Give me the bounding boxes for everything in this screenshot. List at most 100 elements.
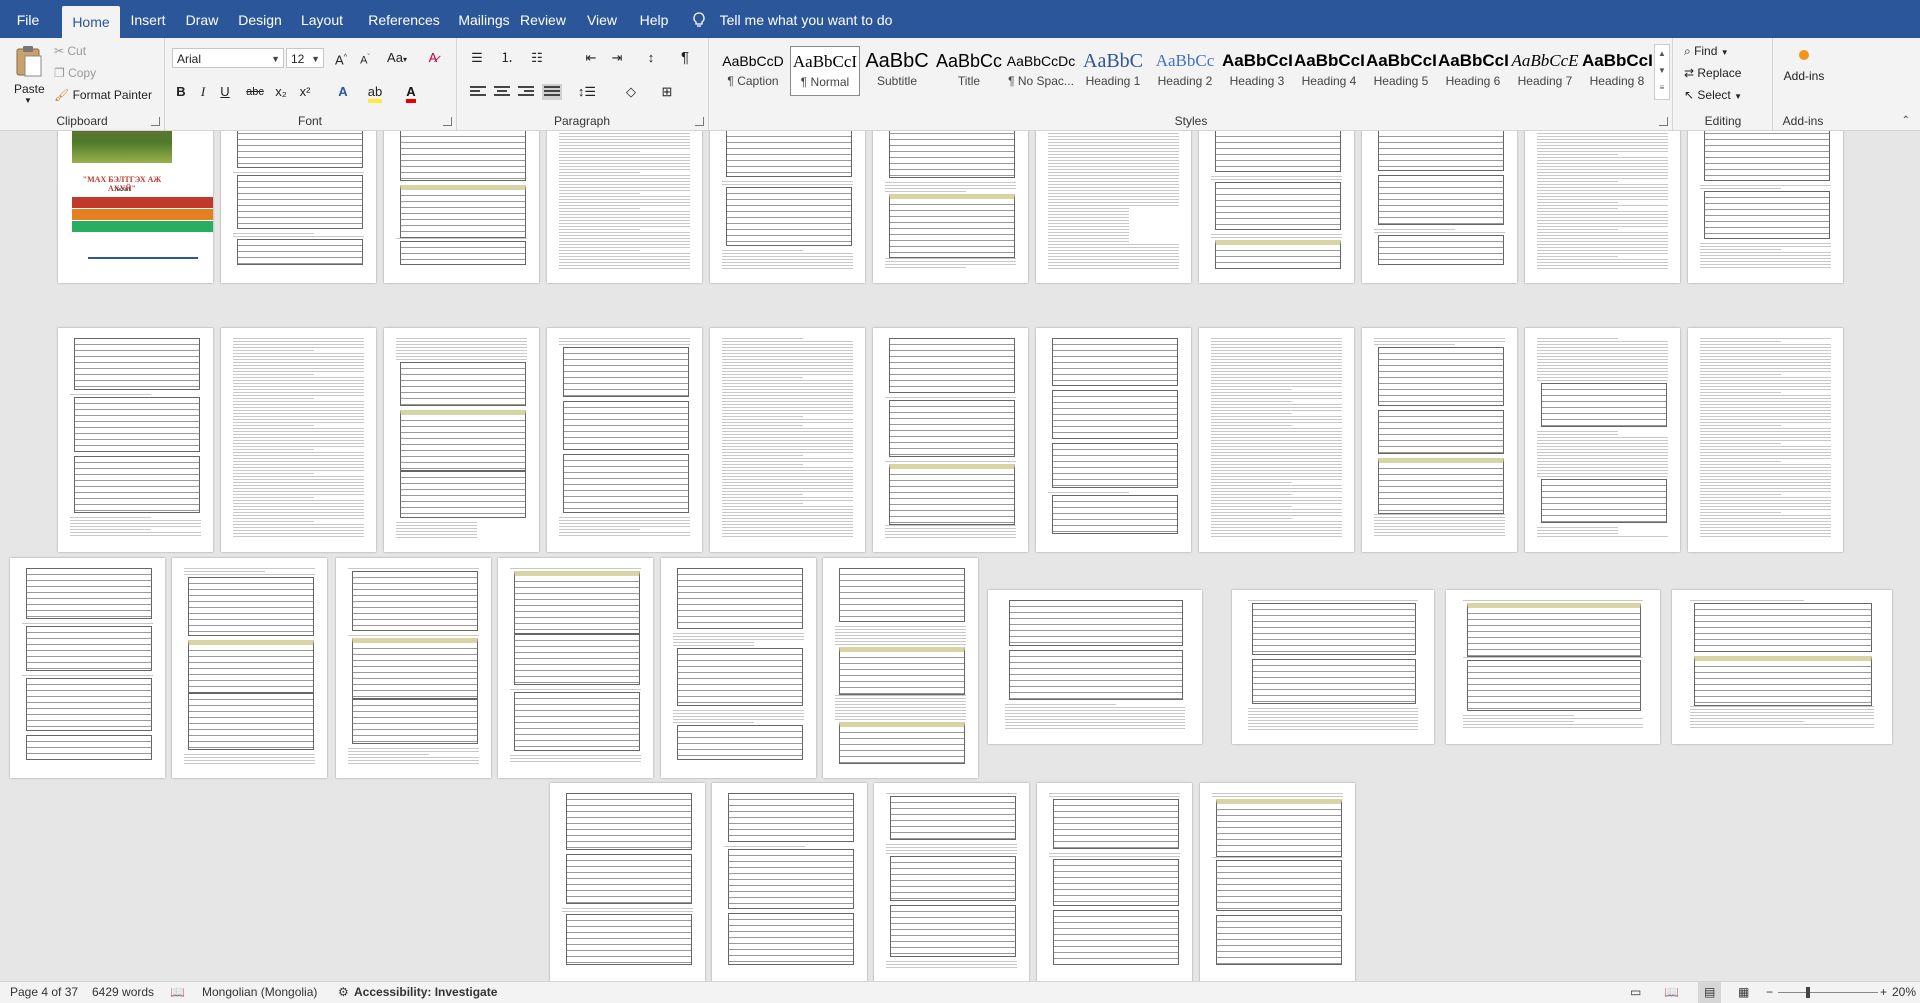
grow-font-button[interactable]: A^ — [330, 48, 352, 68]
page-thumbnail[interactable] — [823, 558, 978, 778]
styles-scroll[interactable]: ▲ ▼ ≡ — [1654, 44, 1670, 100]
page-thumbnail[interactable] — [1199, 328, 1354, 552]
page-thumbnail[interactable] — [1688, 131, 1843, 283]
strikethrough-button[interactable]: abc — [244, 82, 266, 102]
paste-button[interactable]: Paste ▼ — [8, 42, 50, 105]
font-color-icon[interactable]: A — [400, 82, 422, 103]
tab-design[interactable]: Design — [234, 0, 286, 38]
align-center-icon[interactable] — [494, 86, 510, 98]
tab-mailings[interactable]: Mailings — [448, 0, 520, 38]
copy-button[interactable]: ❐ Copy — [54, 66, 96, 80]
page-thumbnail[interactable] — [221, 131, 376, 283]
page-thumbnail[interactable] — [873, 131, 1028, 283]
shading-icon[interactable]: ◇ — [620, 82, 642, 102]
style-caption[interactable]: AaBbCcD ¶ Caption — [718, 46, 788, 96]
page-thumbnail[interactable] — [1672, 590, 1892, 744]
font-launcher-icon[interactable] — [443, 117, 452, 126]
page-thumbnail[interactable]: "МАХ БЭЛТГЭХ АЖ АХУЙ" төсөл — [58, 131, 213, 283]
show-marks-icon[interactable]: ¶ — [674, 48, 696, 68]
page-count[interactable]: Page 4 of 37 — [10, 982, 78, 1003]
style-heading-6[interactable]: AaBbCcI Heading 6 — [1438, 46, 1508, 96]
page-thumbnail[interactable] — [384, 328, 539, 552]
page-thumbnail[interactable] — [550, 783, 705, 981]
style-subtitle[interactable]: AaBbC Subtitle — [862, 46, 932, 96]
style-heading-4[interactable]: AaBbCcI Heading 4 — [1294, 46, 1364, 96]
increase-indent-icon[interactable]: ⇥ — [606, 48, 628, 68]
tab-help[interactable]: Help — [632, 0, 676, 38]
page-thumbnail[interactable] — [1525, 131, 1680, 283]
read-mode-icon[interactable]: 📖 — [1664, 982, 1679, 1003]
sort-icon[interactable]: ↕ — [640, 48, 662, 68]
page-thumbnail[interactable] — [873, 328, 1028, 552]
find-button[interactable]: ⌕ Find ▼ — [1684, 44, 1729, 59]
page-thumbnail[interactable] — [58, 328, 213, 552]
multilevel-list-icon[interactable]: ☷ — [526, 48, 548, 68]
style-heading-2[interactable]: AaBbCc Heading 2 — [1150, 46, 1220, 96]
page-thumbnail[interactable] — [874, 783, 1029, 981]
select-button[interactable]: ↖ Select ▼ — [1684, 88, 1742, 102]
proofing-icon[interactable]: 📖 — [170, 982, 185, 1003]
page-thumbnail[interactable] — [1199, 131, 1354, 283]
page-thumbnail[interactable] — [498, 558, 653, 778]
collapse-ribbon-icon[interactable]: ⌃ — [1902, 115, 1910, 126]
style-heading-8[interactable]: AaBbCcI Heading 8 — [1582, 46, 1652, 96]
align-right-icon[interactable] — [518, 86, 534, 98]
focus-mode-icon[interactable]: ▭ — [1630, 982, 1641, 1003]
style-heading-7[interactable]: AaBbCcE Heading 7 — [1510, 46, 1580, 96]
shrink-font-button[interactable]: Aˇ — [354, 48, 376, 68]
style-heading-3[interactable]: AaBbCcI Heading 3 — [1222, 46, 1292, 96]
language[interactable]: Mongolian (Mongolia) — [202, 982, 317, 1003]
superscript-button[interactable]: x² — [294, 82, 316, 102]
tab-file[interactable]: File — [0, 0, 56, 38]
addins-button[interactable]: Add-ins — [1776, 42, 1832, 94]
subscript-button[interactable]: x₂ — [270, 82, 292, 102]
format-painter-button[interactable]: 🖌 Format Painter — [54, 88, 152, 102]
line-spacing-icon[interactable]: ↕☰ — [576, 82, 598, 102]
page-thumbnail[interactable] — [1362, 131, 1517, 283]
numbering-icon[interactable]: ⒈ — [496, 48, 518, 68]
align-left-icon[interactable] — [470, 86, 486, 98]
tab-layout[interactable]: Layout — [294, 0, 350, 38]
page-thumbnail[interactable] — [10, 558, 165, 778]
page-thumbnail[interactable] — [661, 558, 816, 778]
page-thumbnail[interactable] — [547, 131, 702, 283]
italic-button[interactable]: I — [192, 82, 214, 102]
bold-button[interactable]: B — [170, 82, 192, 102]
borders-icon[interactable]: ⊞ — [656, 82, 678, 102]
style-heading-1[interactable]: AaBbC Heading 1 — [1078, 46, 1148, 96]
font-name-box[interactable]: Arial ▼ — [172, 48, 284, 68]
page-thumbnail[interactable] — [710, 328, 865, 552]
page-thumbnail[interactable] — [1362, 328, 1517, 552]
style-title[interactable]: AaBbCc Title — [934, 46, 1004, 96]
zoom-in-button[interactable]: + — [1880, 982, 1887, 1003]
bullets-icon[interactable]: ☰ — [466, 48, 488, 68]
document-area[interactable]: "МАХ БЭЛТГЭХ АЖ АХУЙ" төсөл — [0, 131, 1920, 981]
page-thumbnail[interactable] — [1036, 328, 1191, 552]
replace-button[interactable]: ⇄ Replace — [1684, 66, 1741, 80]
cut-button[interactable]: ✂ Cut — [54, 44, 86, 58]
print-layout-icon[interactable]: ▤ — [1698, 982, 1722, 1003]
tab-insert[interactable]: Insert — [124, 0, 172, 38]
page-thumbnail[interactable] — [1525, 328, 1680, 552]
paragraph-launcher-icon[interactable] — [695, 117, 704, 126]
page-thumbnail[interactable] — [1232, 590, 1434, 744]
page-thumbnail[interactable] — [712, 783, 867, 981]
zoom-out-button[interactable]: − — [1766, 982, 1773, 1003]
page-thumbnail[interactable] — [1036, 131, 1191, 283]
underline-button[interactable]: U — [214, 82, 236, 102]
page-thumbnail[interactable] — [1037, 783, 1192, 981]
text-effects-icon[interactable]: A — [332, 82, 354, 102]
clear-formatting-icon[interactable]: A̷ — [422, 48, 444, 68]
tab-view[interactable]: View — [580, 0, 624, 38]
page-thumbnail[interactable] — [1688, 328, 1843, 552]
page-thumbnail[interactable] — [1200, 783, 1355, 981]
zoom-slider-thumb[interactable] — [1806, 987, 1810, 998]
accessibility-status[interactable]: Accessibility: Investigate — [354, 982, 497, 1003]
highlight-color-icon[interactable]: ab — [364, 82, 386, 103]
page-thumbnail[interactable] — [988, 590, 1202, 744]
zoom-level[interactable]: 20% — [1892, 982, 1916, 1003]
page-thumbnail[interactable] — [336, 558, 491, 778]
tab-home[interactable]: Home — [62, 6, 120, 38]
tab-references[interactable]: References — [360, 0, 448, 38]
decrease-indent-icon[interactable]: ⇤ — [580, 48, 602, 68]
